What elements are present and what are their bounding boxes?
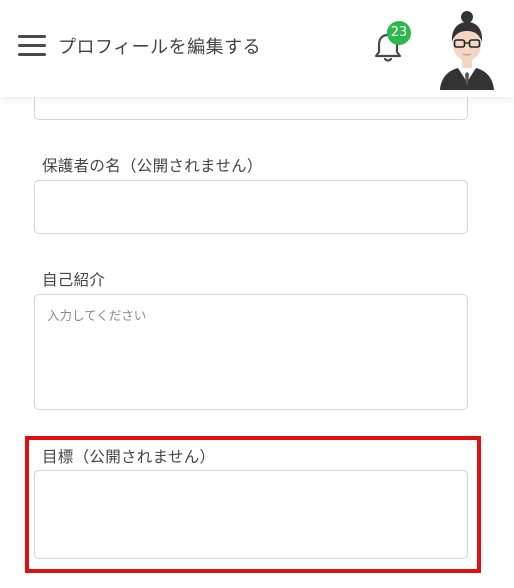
app-header: プロフィールを編集する 23: [0, 0, 514, 97]
notification-count-badge: 23: [387, 21, 411, 45]
avatar-icon: [440, 11, 494, 90]
self-intro-label: 自己紹介: [42, 271, 106, 289]
guardian-name-label: 保護者の名（公開されません）: [42, 157, 263, 175]
hamburger-menu-icon[interactable]: [18, 35, 46, 57]
goal-label: 目標（公開されません）: [42, 448, 216, 466]
page-title: プロフィールを編集する: [58, 37, 262, 58]
self-intro-textarea[interactable]: [34, 294, 468, 410]
user-avatar[interactable]: [436, 10, 498, 90]
guardian-name-input[interactable]: [34, 180, 468, 234]
goal-input[interactable]: [34, 470, 468, 559]
